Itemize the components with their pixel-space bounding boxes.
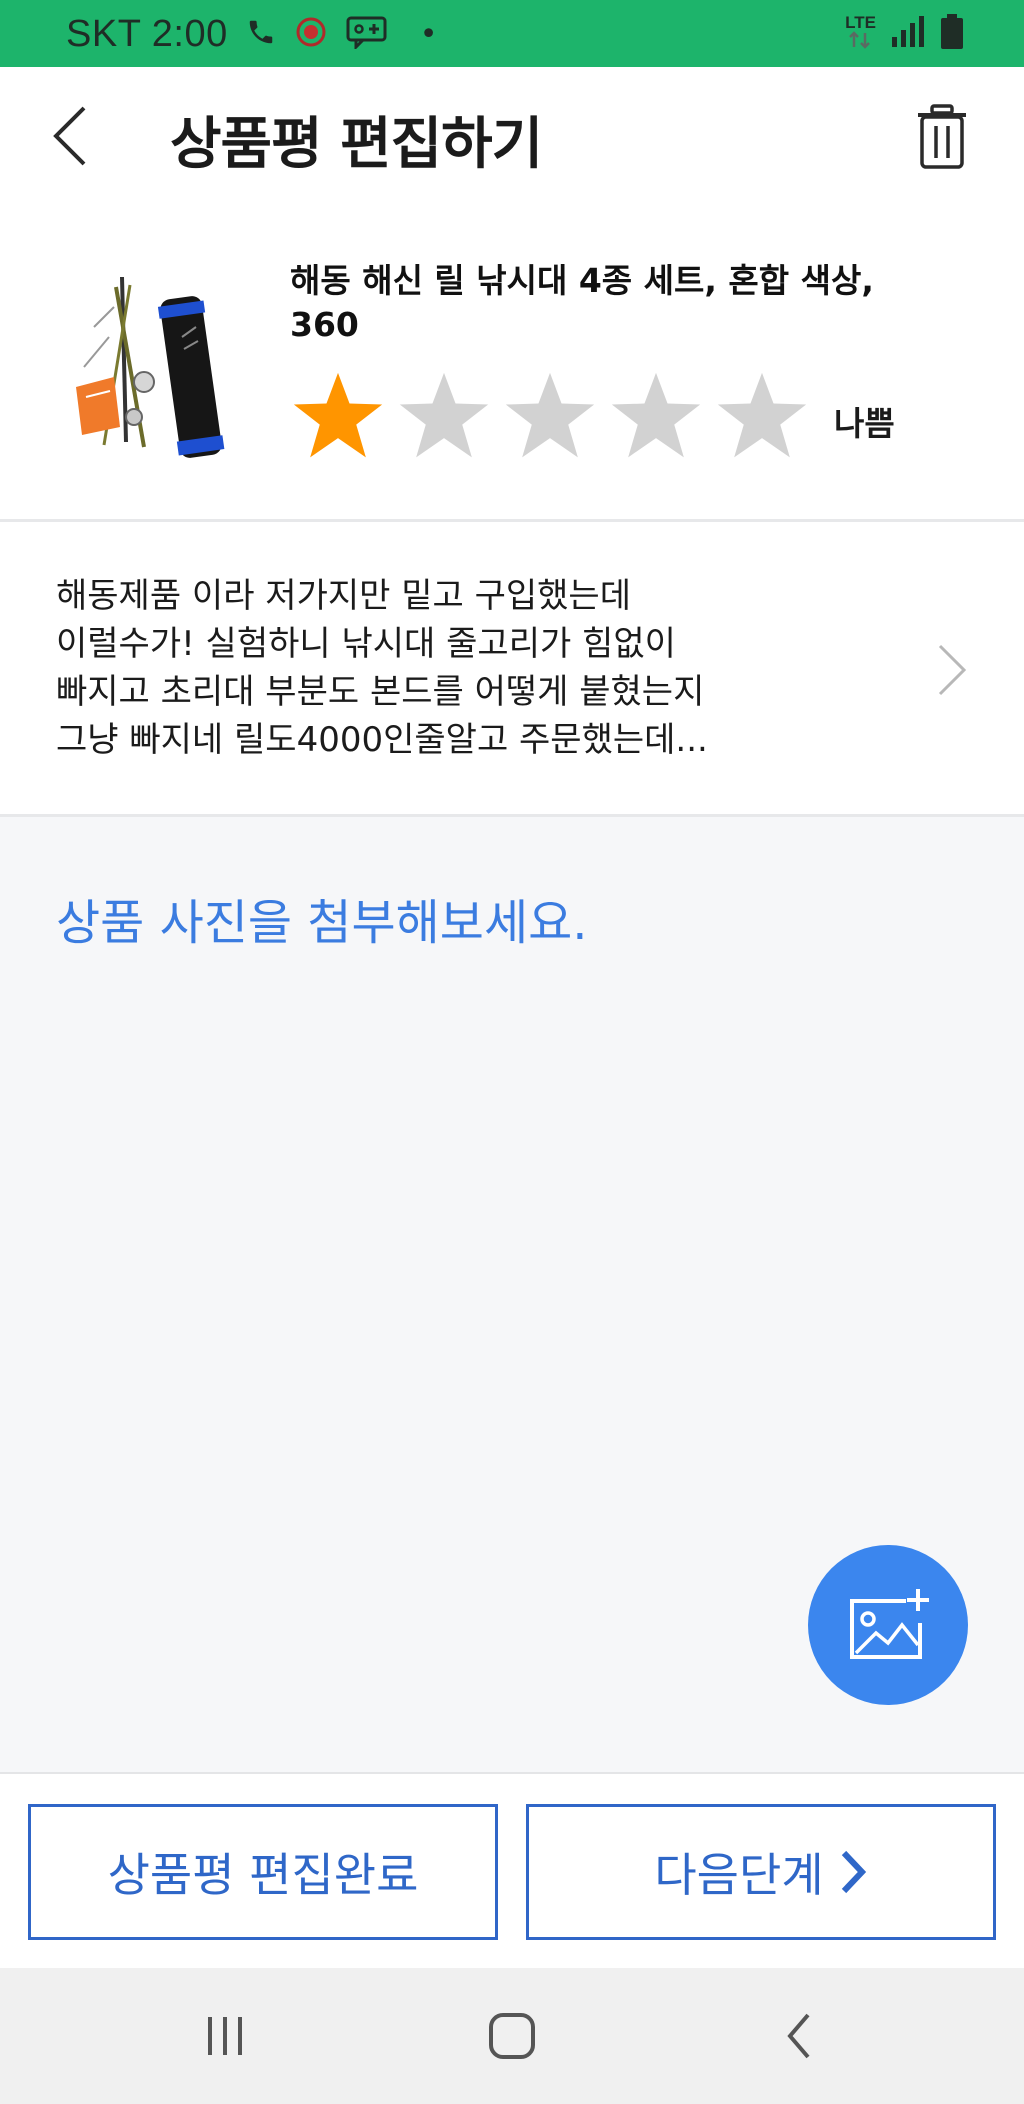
product-image — [64, 267, 244, 467]
phone-icon — [246, 17, 276, 51]
chevron-right-icon — [938, 644, 967, 696]
dot-icon: • — [419, 16, 438, 52]
lte-arrows-icon — [849, 31, 871, 49]
review-text: 해동제품 이라 저가지만 밑고 구입했는데 이럴수가! 실험하니 낚시대 줄고리… — [56, 576, 708, 760]
back-icon — [787, 2013, 810, 2059]
edit-complete-button[interactable]: 상품평 편집완료 — [28, 1804, 498, 1940]
star-icon-1[interactable] — [290, 369, 386, 465]
page-title: 상품평 편집하기 — [170, 112, 543, 177]
star-icon-5[interactable] — [714, 369, 810, 465]
status-left: SKT 2:00 • — [66, 8, 437, 60]
system-nav-bar — [0, 1968, 1024, 2104]
carrier-time: SKT 2:00 — [66, 12, 228, 55]
rating-label: 나쁨 — [834, 404, 895, 443]
delete-button[interactable] — [910, 101, 974, 173]
add-photo-button[interactable] — [808, 1545, 968, 1705]
edit-complete-label: 상품평 편집완료 — [107, 1848, 419, 1902]
nav-back-button[interactable] — [764, 2006, 834, 2066]
record-icon — [294, 15, 328, 53]
star-icon-2[interactable] — [396, 369, 492, 465]
signal-icon — [890, 15, 926, 53]
chevron-right-icon — [841, 1850, 866, 1894]
photo-prompt: 상품 사진을 첨부해보세요. — [56, 895, 588, 951]
chevron-left-icon — [53, 106, 86, 166]
bottom-action-bar: 상품평 편집완료 다음단계 — [0, 1772, 1024, 1968]
back-button[interactable] — [40, 101, 100, 171]
product-name: 해동 해신 릴 낚시대 4종 세트, 혼합 색상, 360 — [290, 261, 874, 344]
product-summary: 해동 해신 릴 낚시대 4종 세트, 혼합 색상, 360 나쁨 — [0, 207, 1024, 522]
star-icon-4[interactable] — [608, 369, 704, 465]
star-icon-3[interactable] — [502, 369, 598, 465]
star-rating[interactable] — [290, 369, 810, 465]
review-text-row[interactable]: 해동제품 이라 저가지만 밑고 구입했는데 이럴수가! 실험하니 낚시대 줄고리… — [0, 522, 1024, 817]
next-step-button[interactable]: 다음단계 — [526, 1804, 996, 1940]
add-image-icon — [850, 1589, 929, 1659]
lte-indicator: LTE — [845, 13, 876, 53]
recent-apps-icon — [208, 2017, 242, 2055]
trash-icon — [918, 104, 966, 169]
status-bar: SKT 2:00 • LTE — [0, 0, 1024, 67]
next-step-label: 다음단계 — [654, 1848, 824, 1902]
chat-add-icon — [346, 15, 388, 53]
home-button[interactable] — [477, 2006, 547, 2066]
network-label: LTE — [845, 13, 876, 32]
battery-icon — [940, 14, 964, 54]
header: 상품평 편집하기 — [0, 67, 1024, 207]
status-right: LTE — [845, 10, 964, 58]
home-icon — [489, 2013, 535, 2059]
photo-attach-area: 상품 사진을 첨부해보세요. — [0, 817, 1024, 1772]
recent-apps-button[interactable] — [190, 2006, 260, 2066]
